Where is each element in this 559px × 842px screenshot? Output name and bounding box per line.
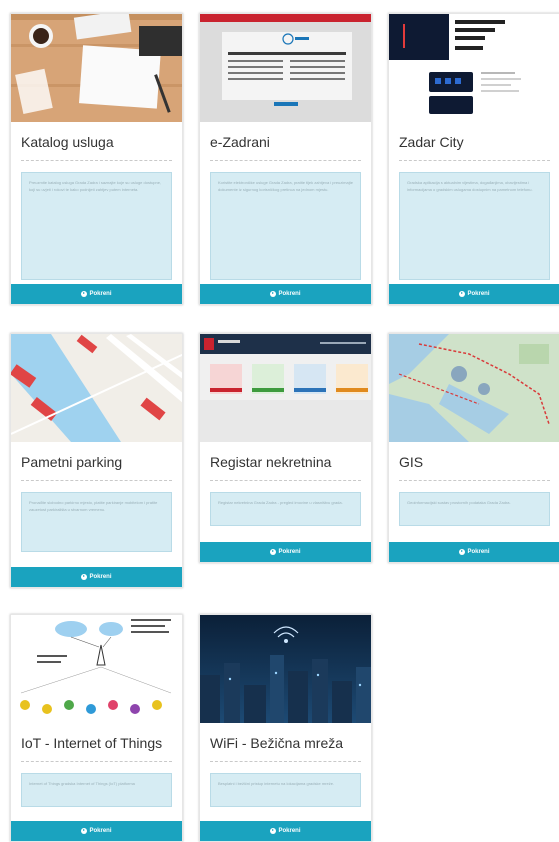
service-card-pametni-parking: Pametni parking Pronađite slobodno parki… [10,333,183,588]
service-card-e-zadrani: e-Zadrani Koristite elektroničke usluge … [199,13,372,305]
divider [21,761,172,762]
service-card-katalog-usluga: Katalog usluga Preuzmite katalog usluga … [10,13,183,305]
card-title: Registar nekretnina [210,454,332,470]
card-thumbnail-registry-screenshot[interactable] [200,334,371,442]
launch-button[interactable]: Pokreni [11,821,182,841]
play-circle-icon [270,828,277,834]
launch-button[interactable]: Pokreni [200,542,371,562]
play-circle-icon [81,291,88,297]
card-title: Pametni parking [21,454,123,470]
divider [399,160,550,161]
card-thumbnail-zadar-city-app[interactable] [389,14,559,122]
play-circle-icon [81,828,88,834]
card-title: IoT - Internet of Things [21,735,163,751]
card-title: Katalog usluga [21,134,114,150]
card-thumbnail-gis-map[interactable] [389,334,559,442]
launch-button[interactable]: Pokreni [389,542,559,562]
card-thumbnail-parking-map[interactable] [11,334,182,442]
play-circle-icon [270,549,277,555]
card-title: WiFi - Bežična mreža [210,735,344,751]
launch-button[interactable]: Pokreni [11,567,182,587]
play-circle-icon [459,291,466,297]
play-circle-icon [270,291,277,297]
card-description: Registar nekretnina Grada Zadra - pregle… [210,492,361,526]
card-description: Internet of Things gradska Internet of T… [21,773,172,807]
play-circle-icon [81,574,88,580]
card-description: Geoinformacijski sustav prostornih podat… [399,492,550,526]
service-card-gis: GIS Geoinformacijski sustav prostornih p… [388,333,559,563]
card-description: Preuzmite katalog usluga Grada Zadra i s… [21,172,172,280]
divider [210,761,361,762]
card-description: Besplatni i bežični pristup internetu na… [210,773,361,807]
play-circle-icon [459,549,466,555]
service-card-registar-nekretnina: Registar nekretnina Registar nekretnina … [199,333,372,563]
card-thumbnail-desk-image[interactable] [11,14,182,122]
card-thumbnail-ezadrani-screenshot[interactable] [200,14,371,122]
launch-button[interactable]: Pokreni [200,284,371,304]
divider [210,480,361,481]
divider [21,480,172,481]
launch-button[interactable]: Pokreni [200,821,371,841]
card-description: Pronađite slobodno parkirno mjesto, plat… [21,492,172,552]
card-description: Gradska aplikacija s aktualnim vijestima… [399,172,550,280]
service-card-iot: IoT - Internet of Things Internet of Thi… [10,614,183,842]
card-thumbnail-wifi-city[interactable] [200,615,371,723]
service-card-zadar-city: Zadar City Gradska aplikacija s aktualni… [388,13,559,305]
card-title: GIS [399,454,424,470]
divider [210,160,361,161]
divider [21,160,172,161]
divider [399,480,550,481]
launch-button[interactable]: Pokreni [389,284,559,304]
card-description: Koristite elektroničke usluge Grada Zadr… [210,172,361,280]
card-thumbnail-iot-diagram[interactable] [11,615,182,723]
launch-button[interactable]: Pokreni [11,284,182,304]
card-title: Zadar City [399,134,464,150]
service-card-wifi: WiFi - Bežična mreža Besplatni i bežični… [199,614,372,842]
card-title: e-Zadrani [210,134,270,150]
